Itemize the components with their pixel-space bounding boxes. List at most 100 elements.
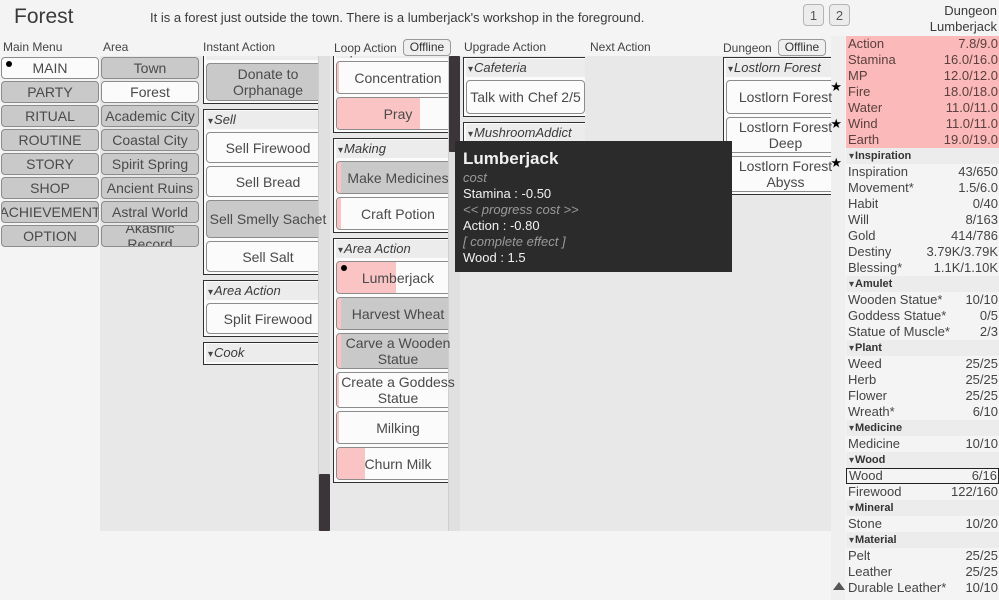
loop-offline-toggle[interactable]: Offline bbox=[403, 39, 451, 56]
status-row-medicine[interactable]: Medicine10/10 bbox=[846, 436, 999, 452]
loop-action-button-create-a-goddess-statue[interactable]: Create a Goddess Statue bbox=[336, 372, 460, 408]
main-menu-item-achievement[interactable]: ACHIEVEMENT bbox=[1, 201, 99, 223]
status-row-wooden-statue-[interactable]: Wooden Statue*10/10 bbox=[846, 292, 999, 308]
loop-action-button-pray[interactable]: Pray bbox=[336, 97, 460, 130]
area-item-coastal-city[interactable]: Coastal City bbox=[101, 129, 199, 151]
group-title[interactable]: ▾Lostlorn Forest bbox=[726, 59, 845, 77]
status-row-action[interactable]: Action7.8/9.0 bbox=[846, 36, 999, 52]
label: Academic City bbox=[103, 108, 196, 124]
instant-action-scrollbar[interactable] bbox=[318, 56, 330, 531]
main-menu-item-shop[interactable]: SHOP bbox=[1, 177, 99, 199]
group-title[interactable]: ▾Area Action bbox=[206, 282, 330, 300]
status-row-weed[interactable]: Weed25/25 bbox=[846, 356, 999, 372]
main-menu-item-routine[interactable]: ROUTINE bbox=[1, 129, 99, 151]
dungeon-button-lostlorn-forest-abyss[interactable]: ★Lostlorn Forest Abyss bbox=[726, 156, 845, 192]
status-row-fire[interactable]: Fire18.0/18.0 bbox=[846, 84, 999, 100]
instant-action-button-sell-bread[interactable]: Sell Bread bbox=[206, 166, 330, 197]
group-title[interactable]: ▾Sell bbox=[206, 111, 330, 129]
chevron-down-icon: ▾ bbox=[728, 64, 733, 75]
instant-action-button-sell-smelly-sachet[interactable]: Sell Smelly Sachet bbox=[206, 200, 330, 238]
status-group-amulet[interactable]: ▾Amulet bbox=[846, 276, 999, 292]
area-item-forest[interactable]: Forest bbox=[101, 81, 199, 103]
group-title[interactable]: ▾Area Action bbox=[336, 240, 460, 258]
status-row-statue-of-muscle-[interactable]: Statue of Muscle*2/3 bbox=[846, 324, 999, 340]
status-row-mp[interactable]: MP12.0/12.0 bbox=[846, 68, 999, 84]
area-item-ancient-ruins[interactable]: Ancient Ruins bbox=[101, 177, 199, 199]
group-title[interactable]: ▾Making bbox=[336, 140, 460, 158]
area-item-academic-city[interactable]: Academic City bbox=[101, 105, 199, 127]
main-menu-item-main[interactable]: MAIN bbox=[1, 57, 99, 79]
instant-action-button-sell-firewood[interactable]: Sell Firewood bbox=[206, 132, 330, 163]
scrollbar-thumb[interactable] bbox=[449, 56, 460, 152]
area-item-akashic-record[interactable]: Akashic Record bbox=[101, 225, 199, 247]
main-menu-item-party[interactable]: PARTY bbox=[1, 81, 99, 103]
status-row-flower[interactable]: Flower25/25 bbox=[846, 388, 999, 404]
main-menu-item-ritual[interactable]: RITUAL bbox=[1, 105, 99, 127]
status-name: Wooden Statue* bbox=[848, 292, 942, 308]
scroll-up-icon[interactable] bbox=[833, 582, 845, 590]
area-item-town[interactable]: Town bbox=[101, 57, 199, 79]
loop-action-button-concentration[interactable]: Concentration bbox=[336, 61, 460, 94]
status-row-habit[interactable]: Habit0/40 bbox=[846, 196, 999, 212]
status-row-destiny[interactable]: Destiny3.79K/3.79K bbox=[846, 244, 999, 260]
status-row-water[interactable]: Water11.0/11.0 bbox=[846, 100, 999, 116]
group-title[interactable]: ▾Cook bbox=[206, 344, 330, 362]
loop-action-button-churn-milk[interactable]: Churn Milk bbox=[336, 447, 460, 480]
status-name: Statue of Muscle* bbox=[848, 324, 950, 340]
instant-action-button-donate-to-orphanage[interactable]: Donate to Orphanage bbox=[206, 63, 330, 101]
status-group-plant[interactable]: ▾Plant bbox=[846, 340, 999, 356]
area-item-spirit-spring[interactable]: Spirit Spring bbox=[101, 153, 199, 175]
status-row-wind[interactable]: Wind11.0/11.0 bbox=[846, 116, 999, 132]
loop-action-button-carve-a-wooden-statue[interactable]: Carve a Wooden Statue bbox=[336, 333, 460, 369]
instant-action-button-split-firewood[interactable]: Split Firewood bbox=[206, 303, 330, 334]
group-title[interactable]: ▾MushroomAddict bbox=[466, 124, 585, 142]
status-group-wood[interactable]: ▾Wood bbox=[846, 452, 999, 468]
loop-action-button-milking[interactable]: Milking bbox=[336, 411, 460, 444]
status-row-goddess-statue-[interactable]: Goddess Statue*0/5 bbox=[846, 308, 999, 324]
upgrade-action-column[interactable]: ▾Cafeteria Talk with Chef 2/5 ▾MushroomAdd… bbox=[460, 56, 585, 531]
loop-action-button-lumberjack[interactable]: Lumberjack bbox=[336, 261, 460, 294]
status-row-gold[interactable]: Gold414/786 bbox=[846, 228, 999, 244]
status-row-durable-leather-[interactable]: Durable Leather*10/10 bbox=[846, 580, 999, 596]
save-slot-1-button[interactable]: 1 bbox=[803, 4, 824, 26]
loop-action-button-harvest-wheat[interactable]: Harvest Wheat bbox=[336, 297, 460, 330]
dungeon-button-lostlorn-forest-deep[interactable]: ★Lostlorn Forest Deep bbox=[726, 117, 845, 153]
upgrade-action-button-talk-with-chef-2-5[interactable]: Talk with Chef 2/5 bbox=[466, 80, 585, 114]
status-row-blessing-[interactable]: Blessing*1.1K/1.10K bbox=[846, 260, 999, 276]
save-slot-group: 1 2 bbox=[803, 4, 850, 26]
dungeon-button-lostlorn-forest[interactable]: ★Lostlorn Forest bbox=[726, 80, 845, 114]
status-row-wreath-[interactable]: Wreath*6/10 bbox=[846, 404, 999, 420]
loop-action-scrollbar[interactable] bbox=[448, 56, 460, 531]
main-menu-item-option[interactable]: OPTION bbox=[1, 225, 99, 247]
dungeon-offline-toggle[interactable]: Offline bbox=[778, 39, 826, 56]
group-title-clipped[interactable]: ▾Spirit bbox=[336, 56, 460, 58]
loop-action-column[interactable]: ▾Spirit ConcentrationPray ▾Making Make Medi… bbox=[330, 56, 460, 531]
instant-action-column[interactable]: ▾Common ActionGet Motivated!Eat Anchovy … bbox=[200, 56, 330, 531]
status-group-inspiration[interactable]: ▾Inspiration bbox=[846, 148, 999, 164]
status-row-wood[interactable]: Wood6/16 bbox=[846, 468, 999, 484]
group-title[interactable]: ▾Donate bbox=[206, 56, 330, 60]
status-row-pelt[interactable]: Pelt25/25 bbox=[846, 548, 999, 564]
status-row-firewood[interactable]: Firewood122/160 bbox=[846, 484, 999, 500]
status-row-earth[interactable]: Earth19.0/19.0 bbox=[846, 132, 999, 148]
status-row-inspiration[interactable]: Inspiration43/650 bbox=[846, 164, 999, 180]
status-row-leather[interactable]: Leather25/25 bbox=[846, 564, 999, 580]
loop-action-button-craft-potion[interactable]: Craft Potion bbox=[336, 197, 460, 230]
scrollbar-thumb[interactable] bbox=[319, 474, 330, 531]
status-row-herb[interactable]: Herb25/25 bbox=[846, 372, 999, 388]
status-group-mineral[interactable]: ▾Mineral bbox=[846, 500, 999, 516]
save-slot-2-button[interactable]: 2 bbox=[829, 4, 850, 26]
area-description: It is a forest just outside the town. Th… bbox=[150, 10, 644, 25]
group-title[interactable]: ▾Cafeteria bbox=[466, 59, 585, 77]
main-menu-item-story[interactable]: STORY bbox=[1, 153, 99, 175]
loop-action-button-make-medicines[interactable]: Make Medicines bbox=[336, 161, 460, 194]
status-group-medicine[interactable]: ▾Medicine bbox=[846, 420, 999, 436]
area-item-astral-world[interactable]: Astral World bbox=[101, 201, 199, 223]
dungeon-column[interactable]: ▾Lostlorn Forest★Lostlorn Forest★Lostlor… bbox=[720, 56, 845, 531]
status-row-stone[interactable]: Stone10/20 bbox=[846, 516, 999, 532]
status-row-will[interactable]: Will8/163 bbox=[846, 212, 999, 228]
status-row-stamina[interactable]: Stamina16.0/16.0 bbox=[846, 52, 999, 68]
instant-action-button-sell-salt[interactable]: Sell Salt bbox=[206, 241, 330, 272]
status-group-material[interactable]: ▾Material bbox=[846, 532, 999, 548]
status-row-movement-[interactable]: Movement*1.5/6.0 bbox=[846, 180, 999, 196]
